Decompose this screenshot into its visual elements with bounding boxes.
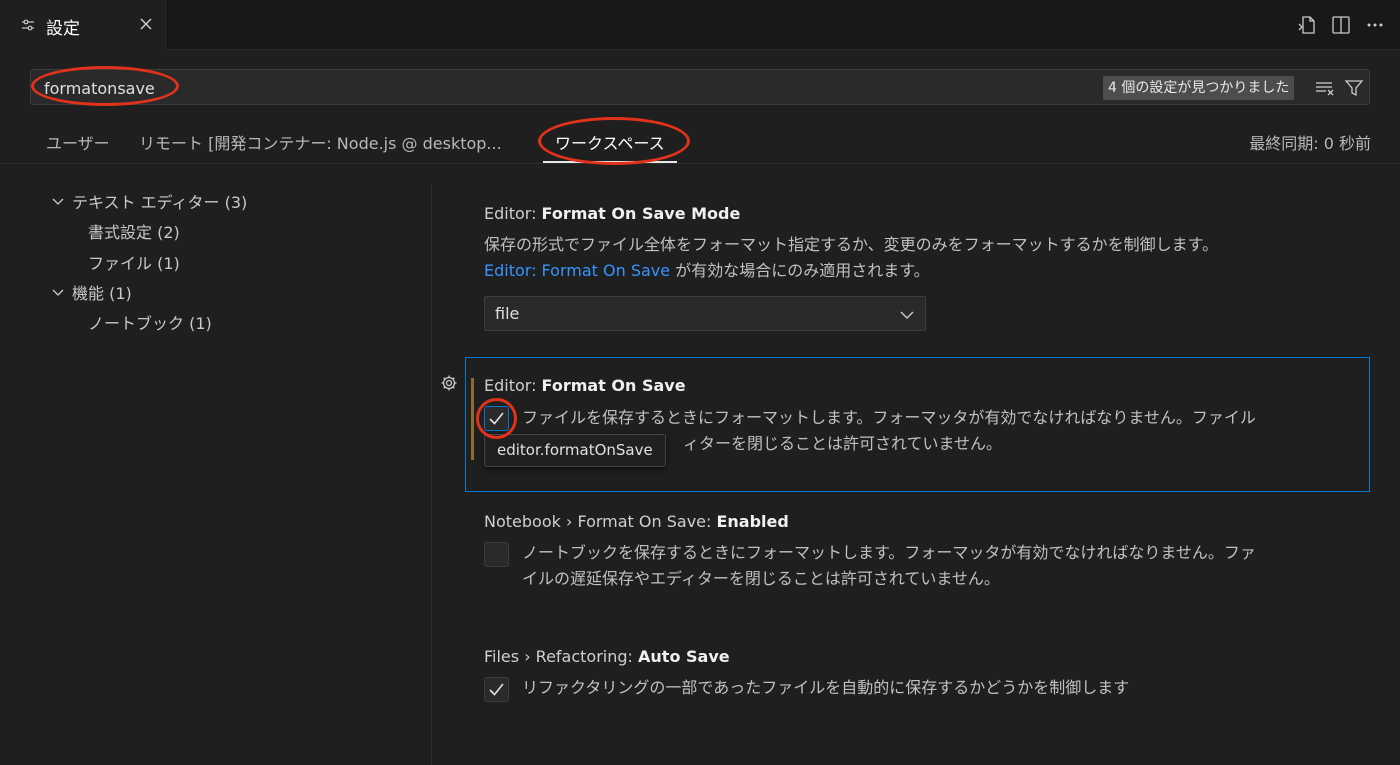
refactoring-auto-save-checkbox[interactable]	[484, 677, 509, 702]
description-line: 保存の形式でファイル全体をフォーマット指定するか、変更のみをフォーマットするかを…	[484, 235, 1219, 254]
setting-category: Editor:	[484, 376, 542, 395]
setting-description: リファクタリングの一部であったファイルを自動的に保存するかどうかを制御します	[522, 678, 1130, 697]
scope-tabs: ユーザー リモート [開発コンテナー: Node.js @ desktop...…	[0, 120, 1400, 164]
description-line: イルの遅延保存やエディターを閉じることは許可されていません。	[522, 569, 1000, 588]
setting-category: Files › Refactoring:	[484, 647, 639, 666]
description-line: ノートブックを保存するときにフォーマットします。フォーマッタが有効でなければなり…	[522, 543, 1256, 562]
setting-name: Format On Save Mode	[541, 204, 741, 223]
setting-category: Notebook › Format On Save:	[484, 512, 717, 531]
last-sync-status: 最終同期: 0 秒前	[1249, 134, 1371, 153]
tree-item-notebook[interactable]: ノートブック (1)	[88, 310, 212, 334]
tree-label: 機能 (1)	[72, 284, 132, 303]
check-icon	[489, 412, 504, 425]
setting-link[interactable]: Editor: Format On Save	[484, 261, 670, 280]
tab-workspace[interactable]: ワークスペース	[543, 130, 677, 163]
setting-id-tooltip: editor.formatOnSave	[484, 434, 666, 467]
setting-name: Enabled	[716, 512, 789, 531]
search-input[interactable]	[44, 76, 744, 100]
settings-sliders-icon	[20, 17, 36, 33]
setting-description: 保存の形式でファイル全体をフォーマット指定するか、変更のみをフォーマットするかを…	[484, 232, 1218, 284]
select-value: file	[495, 304, 520, 323]
tree-item-features[interactable]: 機能 (1)	[52, 280, 132, 304]
setting-category: Editor:	[484, 204, 542, 223]
notebook-format-on-save-checkbox[interactable]	[484, 542, 509, 567]
chevron-down-icon	[52, 193, 64, 205]
setting-description: ノートブックを保存するときにフォーマットします。フォーマッタが有効でなければなり…	[522, 540, 1256, 592]
chevron-down-icon	[899, 307, 915, 323]
description-line: Editor: Format On Save が有効な場合にのみ適用されます。	[484, 258, 1218, 284]
search-result-count: 4 個の設定が見つかりました	[1103, 76, 1295, 100]
setting-name: Auto Save	[638, 647, 730, 666]
chevron-down-icon	[52, 284, 64, 296]
close-icon[interactable]	[137, 15, 155, 33]
setting-title-format-on-save: Editor: Format On Save	[484, 376, 686, 395]
setting-name: Format On Save	[541, 376, 686, 395]
format-on-save-mode-select[interactable]: file	[484, 296, 926, 331]
sash-divider[interactable]	[431, 184, 432, 765]
setting-title-refactoring-auto-save: Files › Refactoring: Auto Save	[484, 647, 730, 666]
settings-search: 4 個の設定が見つかりました	[30, 69, 1370, 105]
tree-item-files[interactable]: ファイル (1)	[88, 250, 180, 274]
split-editor-icon[interactable]	[1330, 14, 1352, 36]
filter-icon[interactable]	[1344, 78, 1364, 98]
modified-indicator	[471, 378, 474, 460]
check-icon	[489, 683, 504, 696]
tree-item-formatting[interactable]: 書式設定 (2)	[88, 219, 180, 243]
settings-tab[interactable]: 設定	[0, 0, 166, 50]
description-text: が有効な場合にのみ適用されます。	[670, 261, 930, 280]
tree-label: テキスト エディター (3)	[72, 193, 248, 212]
tab-title: 設定	[46, 19, 80, 39]
gear-icon[interactable]	[440, 374, 458, 392]
tab-user[interactable]: ユーザー	[46, 130, 110, 154]
tab-remote[interactable]: リモート [開発コンテナー: Node.js @ desktop...	[139, 130, 502, 154]
setting-description: ファイルを保存するときにフォーマットします。フォーマッタが有効でなければなりませ…	[522, 408, 1256, 427]
open-json-icon[interactable]	[1296, 14, 1318, 36]
tree-item-text-editor[interactable]: テキスト エディター (3)	[52, 189, 247, 213]
setting-description-line2: ィターを閉じることは許可されていません。	[683, 434, 1003, 453]
setting-title-format-on-save-mode: Editor: Format On Save Mode	[484, 204, 740, 223]
more-actions-icon[interactable]	[1364, 14, 1386, 36]
clear-filter-icon[interactable]	[1314, 78, 1336, 98]
format-on-save-checkbox[interactable]	[484, 406, 509, 431]
setting-title-notebook-format-on-save: Notebook › Format On Save: Enabled	[484, 512, 789, 531]
tab-actions	[1296, 14, 1386, 36]
editor-tab-bar: 設定	[0, 0, 1400, 50]
